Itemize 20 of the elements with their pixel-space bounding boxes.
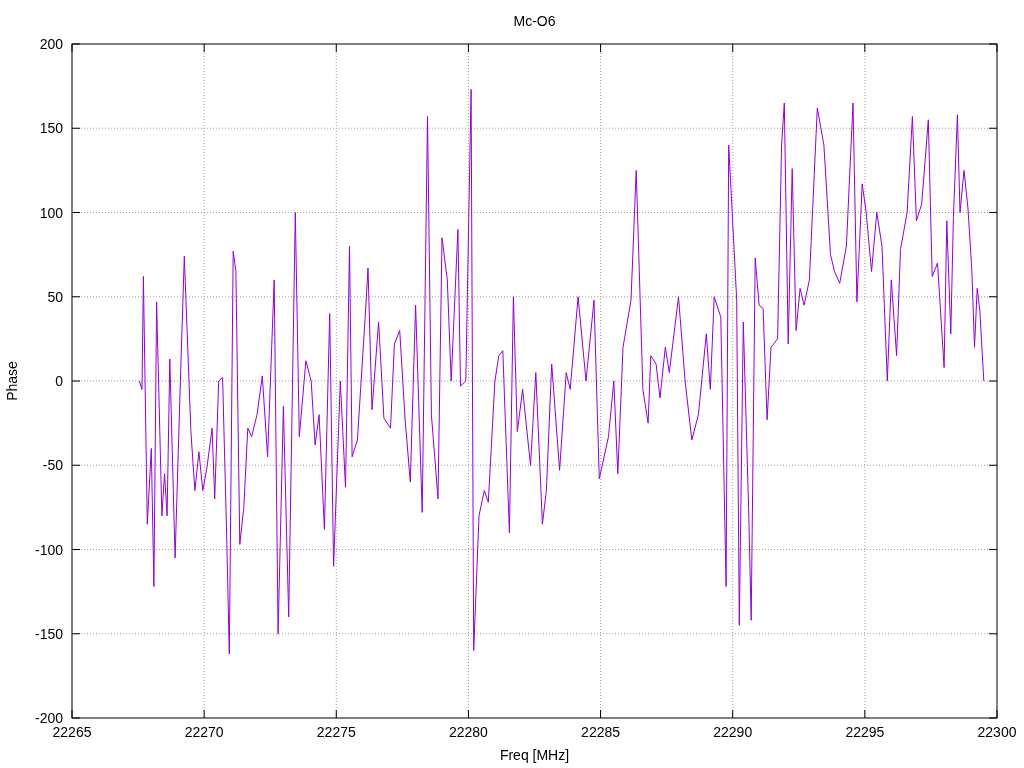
tick-label: 100 — [39, 204, 63, 221]
axis-label: Freq [MHz] — [499, 747, 570, 763]
tick-label: 22275 — [316, 724, 356, 740]
axis-label: Phase — [4, 361, 20, 401]
tick-label: -50 — [42, 457, 63, 474]
tick-label: 200 — [39, 36, 63, 52]
tick-label: 50 — [47, 288, 63, 305]
tick-label: 22270 — [184, 724, 224, 740]
tick-label: -200 — [34, 710, 63, 726]
tick-label: 22280 — [448, 724, 488, 740]
tick-label: -100 — [34, 541, 63, 558]
tick-label: 22265 — [52, 724, 92, 740]
tick-label: 22295 — [845, 724, 885, 740]
tick-label: 22290 — [713, 724, 753, 740]
chart-title: Mc-O6 — [513, 13, 556, 29]
tick-label: -150 — [34, 625, 63, 642]
tick-label: 150 — [39, 120, 63, 137]
tick-label: 22300 — [977, 724, 1017, 740]
tick-label: 0 — [55, 373, 63, 389]
tick-label: 22285 — [581, 724, 621, 740]
